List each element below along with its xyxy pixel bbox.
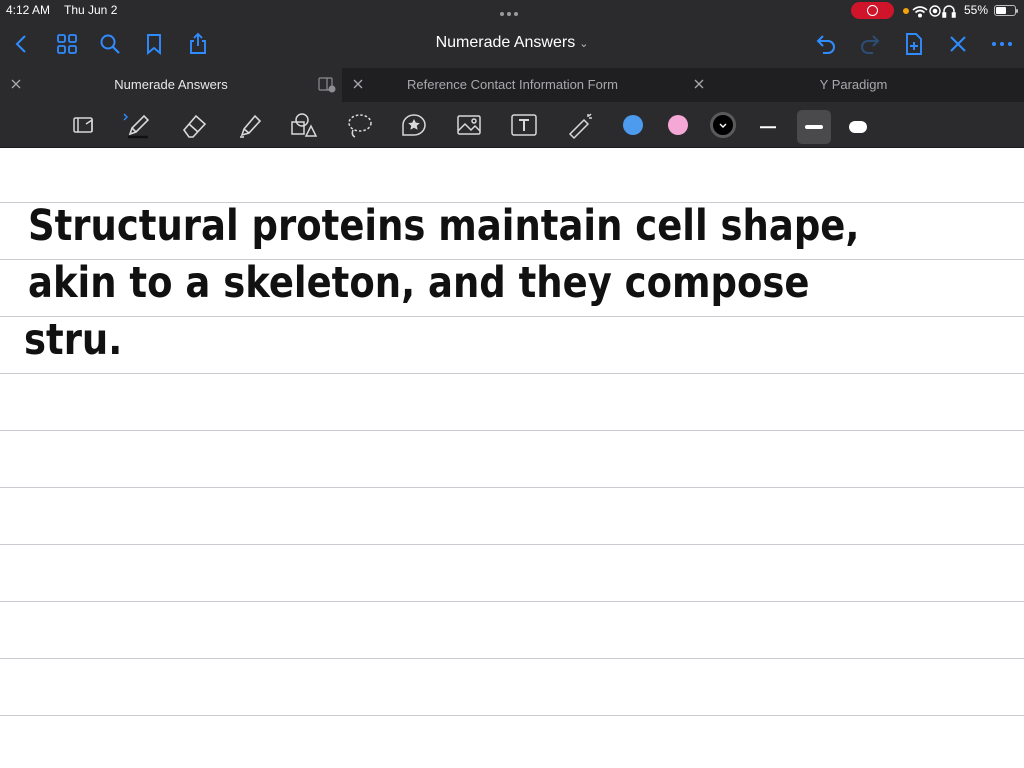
highlighter-icon[interactable]: [234, 110, 266, 140]
tab-label: Numerade Answers: [114, 77, 228, 92]
read-only-icon[interactable]: [68, 110, 100, 140]
ruled-line: [0, 487, 1024, 488]
more-icon[interactable]: [990, 32, 1014, 56]
handwritten-line-3: stru.: [24, 315, 123, 365]
recording-icon[interactable]: [851, 2, 894, 19]
headphones-icon: [942, 5, 956, 18]
note-page[interactable]: Structural proteins maintain cell shape,…: [0, 149, 1024, 768]
ruled-line: [0, 658, 1024, 659]
stroke-size-thick[interactable]: [841, 110, 875, 144]
pen-icon[interactable]: [122, 110, 154, 140]
ruled-line: [0, 373, 1024, 374]
ruled-line: [0, 544, 1024, 545]
color-swatch-pink[interactable]: [668, 115, 688, 135]
search-icon[interactable]: [98, 32, 122, 56]
tab-label: Reference Contact Information Form: [407, 77, 618, 92]
orange-dot-icon: [903, 8, 909, 14]
text-icon[interactable]: [508, 110, 540, 140]
tab-y-paradigm[interactable]: Y Paradigm: [683, 68, 1024, 102]
handwritten-line-2: akin to a skeleton, and they compose: [28, 258, 810, 308]
multitasking-dots-icon[interactable]: [500, 5, 524, 16]
tab-reference-contact-information-form[interactable]: Reference Contact Information Form: [342, 68, 683, 102]
add-page-icon[interactable]: [902, 32, 926, 56]
status-bar: 4:12 AM Thu Jun 2 55%: [0, 0, 1024, 22]
status-time: 4:12 AM: [6, 3, 51, 17]
grid-icon[interactable]: [55, 32, 79, 56]
battery-icon: [994, 5, 1018, 16]
ruled-line: [0, 430, 1024, 431]
eraser-icon[interactable]: [178, 110, 210, 140]
undo-icon[interactable]: [814, 32, 838, 56]
tab-numerade-answers[interactable]: Numerade Answers: [0, 68, 342, 102]
handwritten-line-1: Structural proteins maintain cell shape,: [28, 201, 860, 251]
split-view-icon[interactable]: [318, 77, 336, 93]
ruled-line: [0, 601, 1024, 602]
close-pen-icon[interactable]: [946, 32, 970, 56]
back-icon[interactable]: [10, 32, 34, 56]
wifi-icon: [912, 6, 928, 18]
color-swatch-blue[interactable]: [623, 115, 643, 135]
stroke-size-thin[interactable]: [751, 110, 785, 144]
sticker-icon[interactable]: [398, 110, 430, 140]
laser-pointer-icon[interactable]: [564, 110, 596, 140]
redo-icon[interactable]: [858, 32, 882, 56]
annotation-toolbar: [0, 102, 1024, 148]
system-status-icons: [903, 5, 956, 18]
share-icon[interactable]: [186, 32, 210, 56]
chevron-down-icon: [719, 123, 727, 128]
navigation-bar: Numerade Answers ⌄: [0, 22, 1024, 68]
stroke-size-medium[interactable]: [797, 110, 831, 144]
document-title-label: Numerade Answers: [435, 34, 576, 51]
chevron-down-icon: ⌄: [579, 38, 589, 50]
shapes-icon[interactable]: [288, 110, 320, 140]
color-swatch-black[interactable]: [710, 112, 736, 138]
ruled-line: [0, 715, 1024, 716]
document-title[interactable]: Numerade Answers ⌄: [412, 34, 612, 52]
lasso-icon[interactable]: [344, 110, 376, 140]
tab-bar: Numerade Answers Reference Contact Infor…: [0, 68, 1024, 102]
bookmark-icon[interactable]: [142, 32, 166, 56]
location-icon: [929, 5, 941, 17]
image-icon[interactable]: [453, 110, 485, 140]
status-date: Thu Jun 2: [64, 3, 118, 17]
ruled-line: [0, 316, 1024, 317]
tab-label: Y Paradigm: [819, 77, 888, 92]
battery-percent: 55%: [964, 3, 989, 17]
